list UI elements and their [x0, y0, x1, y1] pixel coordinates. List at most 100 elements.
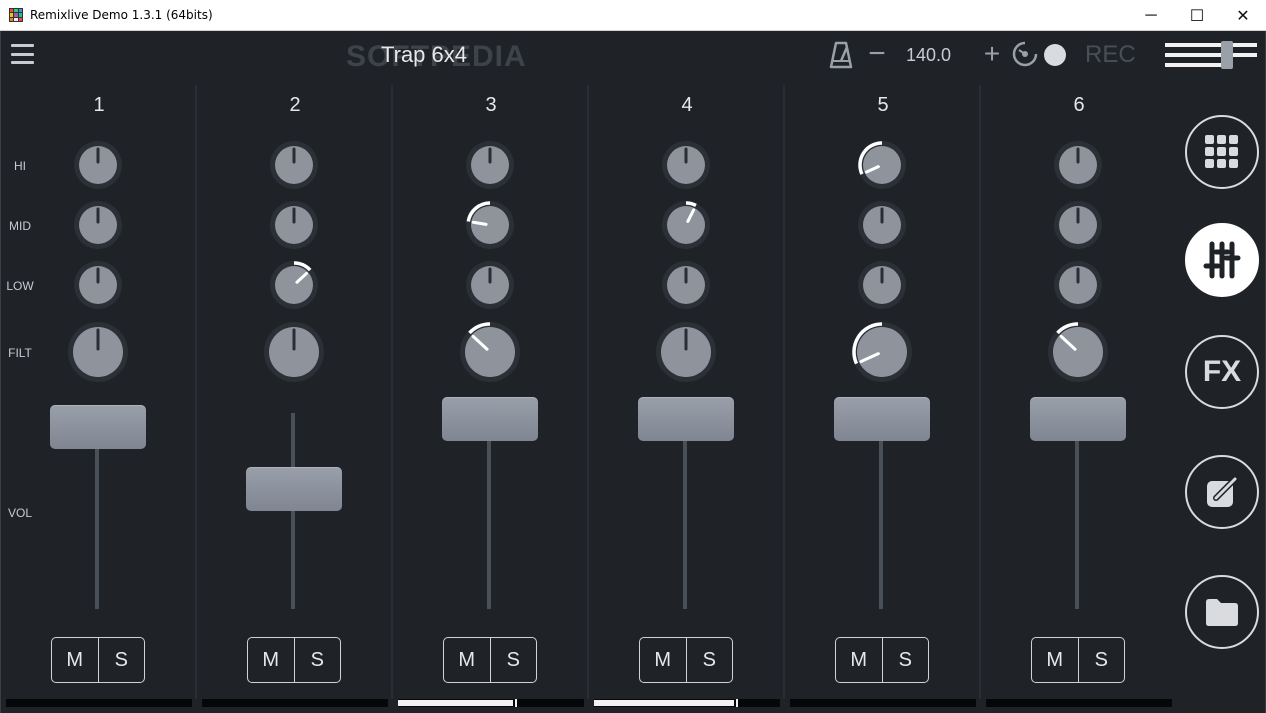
volume-fader-track[interactable] — [1075, 413, 1079, 609]
edit-icon — [1207, 475, 1239, 507]
volume-fader-handle[interactable] — [1030, 397, 1126, 441]
mixer-button[interactable] — [1185, 223, 1259, 297]
pad-grid-button[interactable] — [1185, 115, 1259, 189]
tempo-increase-button[interactable]: + — [979, 36, 1005, 72]
filter-knob[interactable] — [67, 321, 129, 383]
hi-eq-knob[interactable] — [73, 140, 123, 190]
level-meter-peak — [736, 699, 738, 707]
mid-eq-knob[interactable] — [73, 200, 123, 250]
solo-button[interactable]: S — [687, 638, 733, 682]
mixer-app: SOFTPEDIA Trap 6x4 − 140.0 + REC HI MID … — [0, 31, 1266, 713]
low-eq-knob[interactable] — [73, 260, 123, 310]
mute-solo-group: M S — [247, 637, 341, 683]
rec-label[interactable]: REC — [1085, 41, 1136, 69]
sync-icon[interactable] — [1011, 40, 1039, 68]
mid-eq-knob[interactable] — [857, 200, 907, 250]
master-volume-handle[interactable] — [1221, 41, 1233, 69]
level-meter-peak — [515, 699, 517, 707]
volume-fader-handle[interactable] — [638, 397, 734, 441]
mute-button[interactable]: M — [444, 638, 491, 682]
channel-number: 2 — [289, 94, 301, 116]
filter-knob[interactable] — [1047, 321, 1109, 383]
solo-button[interactable]: S — [295, 638, 341, 682]
edit-button[interactable] — [1185, 455, 1259, 529]
filter-knob[interactable] — [263, 321, 325, 383]
mid-eq-knob[interactable] — [465, 200, 515, 250]
grid-icon — [1205, 135, 1238, 168]
volume-fader-handle[interactable] — [442, 397, 538, 441]
channel-strip: 1 M S — [1, 79, 197, 713]
window-title: Remixlive Demo 1.3.1 (64bits) — [30, 8, 213, 22]
maximize-button[interactable]: ☐ — [1174, 0, 1220, 31]
channel-level-meter — [790, 699, 976, 707]
channel-level-meter — [398, 699, 584, 707]
mid-eq-knob[interactable] — [269, 200, 319, 250]
tempo-decrease-button[interactable]: − — [865, 36, 889, 72]
mute-button[interactable]: M — [248, 638, 295, 682]
mute-button[interactable]: M — [52, 638, 99, 682]
low-eq-knob[interactable] — [465, 260, 515, 310]
channel-divider — [195, 85, 197, 699]
mute-button[interactable]: M — [1032, 638, 1079, 682]
hi-eq-knob[interactable] — [269, 140, 319, 190]
mid-eq-knob[interactable] — [1053, 200, 1103, 250]
low-eq-knob[interactable] — [661, 260, 711, 310]
channel-number: 6 — [1073, 94, 1085, 116]
volume-fader-track[interactable] — [487, 413, 491, 609]
mixer-sliders-icon — [1203, 241, 1241, 279]
solo-button[interactable]: S — [491, 638, 537, 682]
hi-eq-knob[interactable] — [1053, 140, 1103, 190]
mute-button[interactable]: M — [836, 638, 883, 682]
mute-solo-group: M S — [51, 637, 145, 683]
mid-eq-knob[interactable] — [661, 200, 711, 250]
filter-knob[interactable] — [459, 321, 521, 383]
filter-knob[interactable] — [655, 321, 717, 383]
metronome-icon[interactable] — [829, 41, 853, 69]
volume-fader-handle[interactable] — [50, 404, 146, 449]
top-toolbar: SOFTPEDIA Trap 6x4 − 140.0 + REC — [1, 31, 1266, 79]
channel-divider — [391, 85, 393, 699]
channel-strip: 2 M S — [197, 79, 393, 713]
hi-eq-knob[interactable] — [661, 140, 711, 190]
fx-button[interactable]: FX — [1185, 335, 1259, 409]
channel-level-meter — [202, 699, 388, 707]
channel-strip: 5 M S — [785, 79, 981, 713]
channel-divider — [783, 85, 785, 699]
mute-solo-group: M S — [639, 637, 733, 683]
solo-button[interactable]: S — [883, 638, 929, 682]
close-button[interactable]: ✕ — [1220, 0, 1266, 31]
master-volume-meter[interactable] — [1165, 41, 1257, 69]
mute-button[interactable]: M — [640, 638, 687, 682]
hi-eq-knob[interactable] — [465, 140, 515, 190]
channel-strip: 4 M S — [589, 79, 785, 713]
mute-solo-group: M S — [1031, 637, 1125, 683]
channel-number: 4 — [681, 94, 693, 116]
record-button[interactable] — [1044, 44, 1066, 66]
channel-divider — [979, 85, 981, 699]
volume-fader-handle[interactable] — [246, 467, 342, 512]
browser-button[interactable] — [1185, 575, 1259, 649]
volume-fader-track[interactable] — [879, 413, 883, 609]
volume-fader-handle[interactable] — [834, 397, 930, 441]
hi-eq-knob[interactable] — [857, 140, 907, 190]
mute-solo-group: M S — [835, 637, 929, 683]
solo-button[interactable]: S — [99, 638, 145, 682]
channel-level-meter — [986, 699, 1172, 707]
filter-knob[interactable] — [851, 321, 913, 383]
channel-strip: 3 M S — [393, 79, 589, 713]
project-title: Trap 6x4 — [381, 42, 468, 67]
channel-level-meter — [6, 699, 192, 707]
hamburger-menu-icon[interactable] — [11, 44, 34, 64]
channel-level-meter — [594, 699, 780, 707]
low-eq-knob[interactable] — [1053, 260, 1103, 310]
mute-solo-group: M S — [443, 637, 537, 683]
window-titlebar: Remixlive Demo 1.3.1 (64bits) ─ ☐ ✕ — [0, 0, 1266, 31]
solo-button[interactable]: S — [1079, 638, 1125, 682]
channel-divider — [587, 85, 589, 699]
volume-fader-track[interactable] — [683, 413, 687, 609]
tempo-value[interactable]: 140.0 — [906, 45, 951, 66]
level-meter-fill — [398, 700, 513, 706]
low-eq-knob[interactable] — [269, 260, 319, 310]
minimize-button[interactable]: ─ — [1128, 0, 1174, 31]
low-eq-knob[interactable] — [857, 260, 907, 310]
